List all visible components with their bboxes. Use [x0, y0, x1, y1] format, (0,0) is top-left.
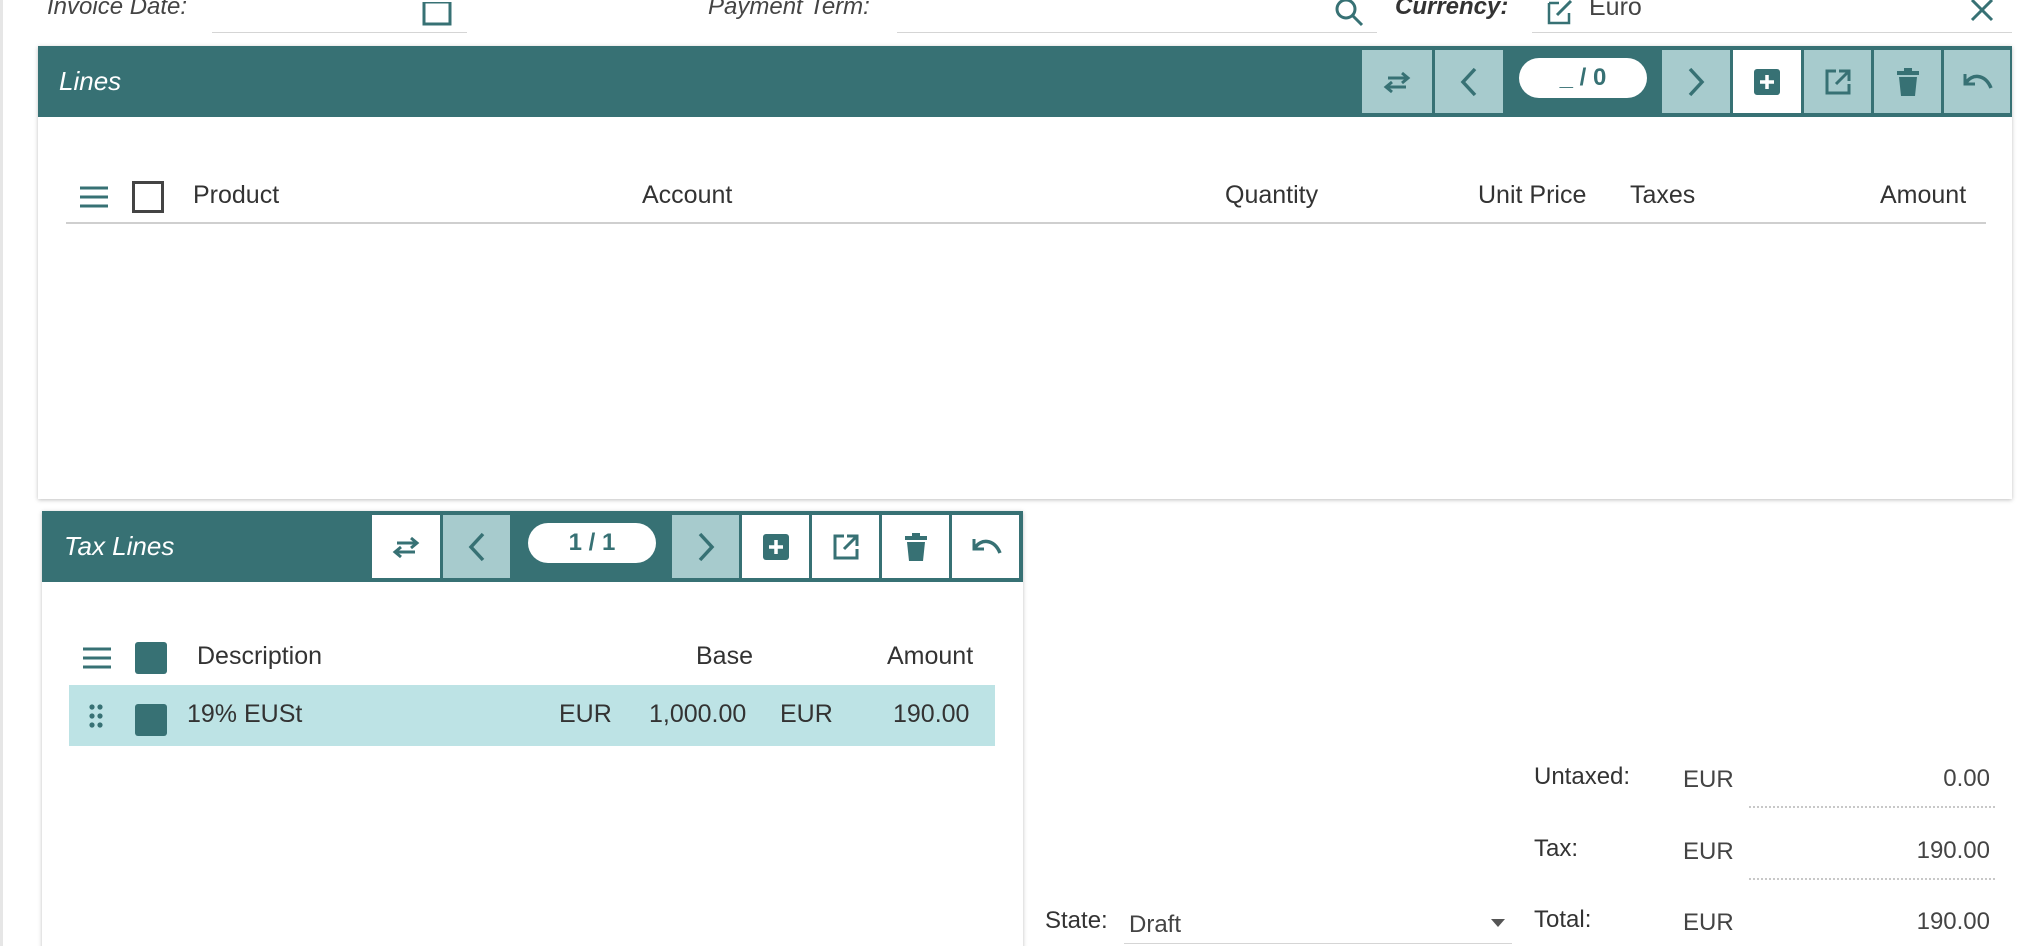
column-header-product[interactable]: Product: [193, 181, 279, 210]
open-external-icon: [1825, 69, 1850, 94]
plus-icon: [762, 533, 789, 560]
state-label: State:: [1045, 907, 1108, 934]
tax-record-counter: 1 / 1: [528, 523, 656, 563]
tax-column-header-description[interactable]: Description: [197, 642, 322, 671]
currency-value: Euro: [1589, 0, 1642, 21]
undo-icon: [1963, 73, 1993, 89]
table-row[interactable]: 19% EUSt EUR 1,000.00 EUR 190.00: [69, 685, 995, 746]
chevron-right-icon: [698, 532, 714, 561]
tax-delete-button[interactable]: [882, 515, 951, 578]
previous-button[interactable]: [1435, 50, 1505, 113]
tax-value: 190.00: [1916, 837, 1990, 864]
tax-switch-view-button[interactable]: [372, 515, 442, 578]
column-header-taxes[interactable]: Taxes: [1630, 181, 1695, 210]
tax-base-currency: EUR: [559, 700, 612, 728]
state-value: Draft: [1129, 911, 1182, 938]
tax-column-menu-icon[interactable]: [83, 647, 111, 669]
column-header-amount[interactable]: Amount: [1880, 181, 1966, 210]
trash-icon: [904, 532, 927, 561]
page-left-border: [0, 0, 3, 946]
calendar-icon[interactable]: [422, 2, 452, 26]
lines-panel: Lines _ / 0 Product Account Quantity Uni…: [38, 46, 2012, 499]
row-checkbox[interactable]: [135, 704, 167, 736]
trash-icon: [1896, 67, 1919, 96]
clear-icon[interactable]: [1970, 0, 1994, 22]
untaxed-value: 0.00: [1943, 765, 1990, 792]
invoice-date-label: Invoice Date:: [47, 0, 188, 20]
chevron-left-icon: [1460, 67, 1477, 96]
tax-next-button[interactable]: [672, 515, 741, 578]
header-divider: [66, 222, 1986, 224]
tax-column-header-base[interactable]: Base: [696, 642, 753, 671]
search-icon[interactable]: [1334, 0, 1364, 27]
open-external-icon: [833, 534, 858, 559]
undo-icon: [972, 538, 1002, 554]
plus-icon: [1754, 68, 1780, 95]
swap-icon: [1383, 71, 1411, 93]
tax-column-header-amount[interactable]: Amount: [887, 642, 973, 671]
tax-amount-value: 190.00: [893, 700, 970, 728]
total-label: Total:: [1534, 906, 1592, 933]
undo-button[interactable]: [1944, 50, 2010, 113]
currency-label: Currency:: [1395, 0, 1509, 20]
tax-underline: [1749, 878, 1995, 880]
tax-currency: EUR: [1683, 838, 1734, 865]
next-button[interactable]: [1662, 50, 1732, 113]
tax-new-record-button[interactable]: [742, 515, 811, 578]
total-value: 190.00: [1916, 908, 1990, 935]
drag-handle-icon[interactable]: [89, 704, 103, 728]
switch-view-button[interactable]: [1362, 50, 1434, 113]
lines-title: Lines: [59, 66, 122, 96]
payment-term-field[interactable]: [897, 0, 1377, 33]
tax-previous-button[interactable]: [443, 515, 512, 578]
record-counter: _ / 0: [1519, 58, 1647, 98]
tax-lines-panel: Tax Lines 1 / 1 Description Base Amount: [42, 511, 1023, 946]
state-select[interactable]: Draft: [1124, 900, 1512, 944]
new-record-button[interactable]: [1733, 50, 1803, 113]
tax-lines-panel-header: Tax Lines 1 / 1: [42, 511, 1023, 582]
tax-select-all-checkbox[interactable]: [135, 642, 167, 674]
total-currency: EUR: [1683, 909, 1734, 936]
tax-open-record-button[interactable]: [812, 515, 881, 578]
tax-label: Tax:: [1534, 835, 1579, 862]
tax-lines-title: Tax Lines: [64, 531, 175, 561]
swap-icon: [392, 536, 420, 558]
chevron-left-icon: [468, 532, 484, 561]
lines-panel-header: Lines _ / 0: [38, 46, 2012, 117]
column-header-unit-price[interactable]: Unit Price: [1478, 181, 1586, 210]
column-header-account[interactable]: Account: [642, 181, 732, 210]
delete-button[interactable]: [1874, 50, 1943, 113]
tax-base-value: 1,000.00: [649, 700, 747, 728]
select-all-checkbox[interactable]: [132, 181, 164, 213]
column-menu-icon[interactable]: [80, 186, 108, 208]
chevron-right-icon: [1688, 67, 1705, 96]
untaxed-label: Untaxed:: [1534, 763, 1631, 790]
tax-description: 19% EUSt: [187, 700, 303, 728]
untaxed-underline: [1749, 806, 1995, 808]
payment-term-label: Payment Term:: [708, 0, 870, 20]
tax-amount-currency: EUR: [780, 700, 833, 728]
dropdown-arrow-icon: [1490, 918, 1506, 928]
column-header-quantity[interactable]: Quantity: [1225, 181, 1318, 210]
untaxed-currency: EUR: [1683, 766, 1734, 793]
edit-icon[interactable]: [1545, 0, 1575, 27]
tax-undo-button[interactable]: [952, 515, 1019, 578]
open-record-button[interactable]: [1804, 50, 1873, 113]
